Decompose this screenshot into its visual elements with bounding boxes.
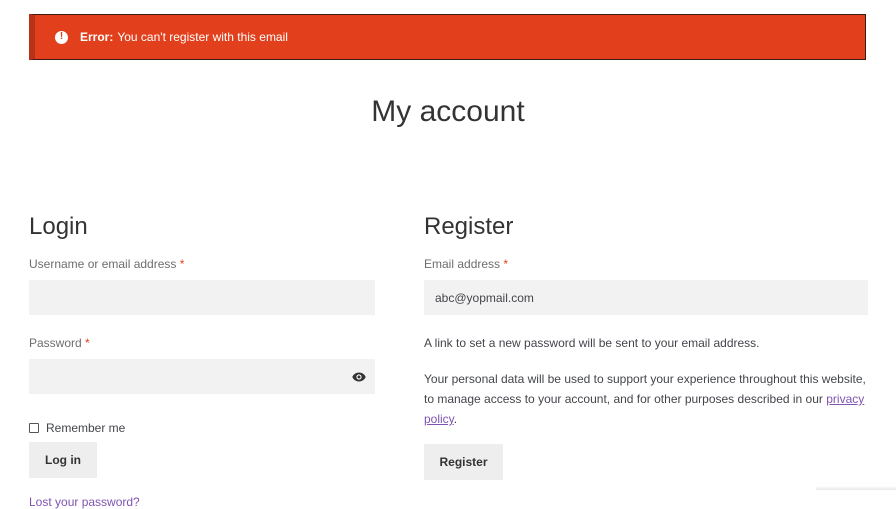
password-input[interactable] <box>29 359 375 394</box>
password-label: Password * <box>29 336 90 350</box>
required-mark: * <box>503 257 509 271</box>
error-message: You can't register with this email <box>117 30 288 44</box>
error-notice: ! Error: You can't register with this em… <box>29 14 866 60</box>
page-title: My account <box>371 95 525 128</box>
privacy-end: . <box>453 412 458 426</box>
eye-icon <box>352 372 366 381</box>
username-label: Username or email address * <box>29 257 185 271</box>
privacy-text: Your personal data will be used to suppo… <box>424 372 866 406</box>
email-input[interactable]: abc@yopmail.com <box>424 280 868 315</box>
error-label: Error: <box>80 30 114 44</box>
privacy-notice: Your personal data will be used to suppo… <box>424 369 868 429</box>
required-mark: * <box>85 336 90 350</box>
username-input[interactable] <box>29 280 375 315</box>
required-mark: * <box>179 257 185 271</box>
remember-me-label: Remember me <box>46 421 126 435</box>
password-notice: A link to set a new password will be sen… <box>424 336 760 350</box>
register-button[interactable]: Register <box>424 444 503 480</box>
login-section: Login Username or email address * Passwo… <box>29 210 375 509</box>
register-section: Register Email address * abc@yopmail.com… <box>424 210 868 480</box>
email-label: Email address * <box>424 257 509 271</box>
register-heading: Register <box>424 213 514 240</box>
remember-me[interactable]: Remember me <box>29 420 375 436</box>
exclamation-circle-icon: ! <box>55 30 68 44</box>
login-button[interactable]: Log in <box>29 442 97 478</box>
lost-password-link[interactable]: Lost your password? <box>29 495 375 509</box>
login-heading: Login <box>29 213 88 240</box>
corner-shadow <box>816 486 896 490</box>
show-password-button[interactable] <box>343 359 375 394</box>
remember-me-checkbox[interactable] <box>29 423 39 433</box>
